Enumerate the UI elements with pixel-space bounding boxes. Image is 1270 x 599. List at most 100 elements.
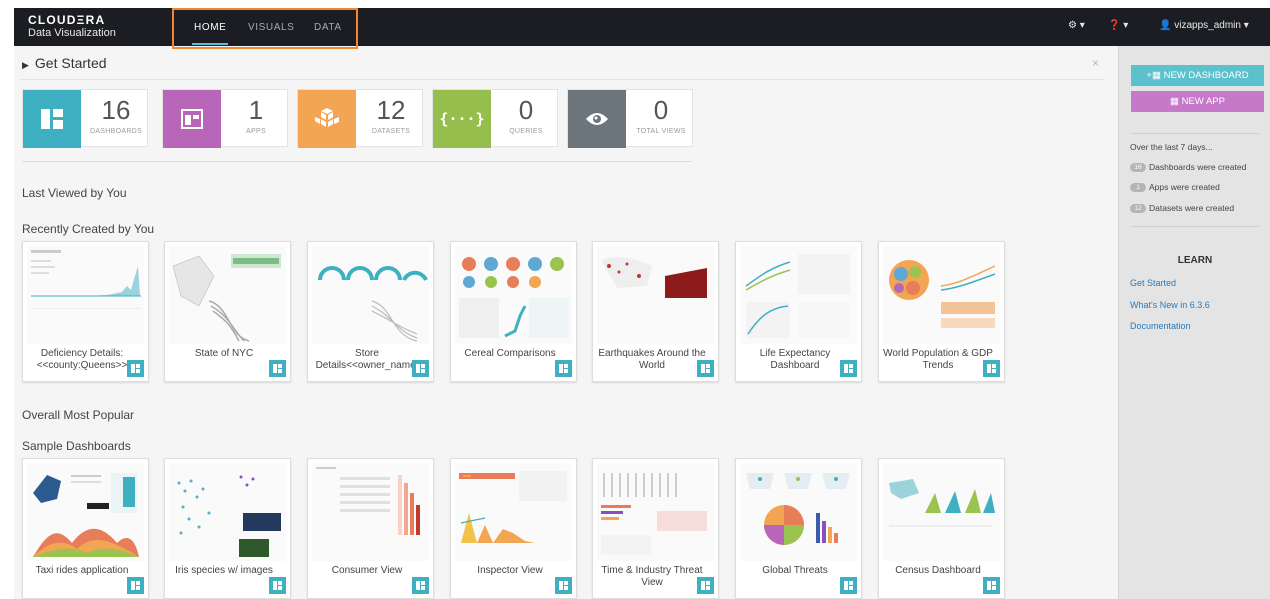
learn-heading: LEARN bbox=[1177, 255, 1213, 266]
section-last-viewed: Last Viewed by You bbox=[22, 186, 127, 200]
dashboard-badge-icon bbox=[269, 360, 286, 377]
card-title: Cereal Comparisons bbox=[464, 348, 556, 359]
stat-label: DASHBOARDS bbox=[89, 128, 142, 135]
link-documentation[interactable]: Documentation bbox=[1130, 321, 1191, 331]
dashboard-badge-icon bbox=[555, 360, 572, 377]
card-title: Census Dashboard bbox=[895, 565, 981, 576]
card-title: Taxi rides application bbox=[35, 565, 129, 576]
section-sample-dashboards: Sample Dashboards bbox=[22, 439, 131, 453]
help-menu[interactable]: ❓ ▾ bbox=[1108, 20, 1128, 31]
caret-right-icon: ▶ bbox=[22, 60, 29, 70]
nav-visuals[interactable]: VISUALS bbox=[248, 22, 294, 33]
main-content: ▶ Get Started × 16 DASHBOARDS 1 APPS 12 D… bbox=[14, 46, 1118, 599]
count-pill: 16 bbox=[1130, 163, 1146, 173]
dashboard-thumbnail bbox=[455, 246, 572, 344]
dashboard-card[interactable]: Global Threats bbox=[735, 458, 862, 599]
stat-value: 12 bbox=[376, 95, 406, 125]
dashboard-card[interactable]: Taxi rides application bbox=[22, 458, 149, 599]
over-last-label: Over the last 7 days... bbox=[1130, 142, 1213, 152]
apps-created-text: Apps were created bbox=[1149, 182, 1220, 192]
brand-name: CLOUDΞRA bbox=[28, 13, 106, 27]
brand-subtitle: Data Visualization bbox=[28, 27, 116, 39]
dashboard-badge-icon bbox=[697, 577, 714, 594]
stat-value: 16 bbox=[101, 95, 131, 125]
dashboard-badge-icon bbox=[412, 577, 429, 594]
dashboard-card[interactable]: Inspector View bbox=[450, 458, 577, 599]
new-dashboard-button[interactable]: +▦ NEW DASHBOARD bbox=[1131, 65, 1264, 86]
dashboard-card[interactable]: Earthquakes Around the World bbox=[592, 241, 719, 382]
card-title: State of NYC bbox=[194, 348, 254, 359]
card-title: Life Expectancy Dashboard bbox=[759, 348, 831, 371]
dashboard-thumbnail bbox=[883, 463, 1000, 561]
apps-created-stat: 1 Apps were created bbox=[1130, 182, 1220, 193]
close-icon[interactable]: × bbox=[1092, 56, 1099, 70]
get-started-toggle[interactable]: ▶ Get Started bbox=[22, 55, 107, 71]
dashboard-badge-icon bbox=[840, 360, 857, 377]
new-app-button[interactable]: ▦ NEW APP bbox=[1131, 91, 1264, 112]
dashboard-thumbnail bbox=[312, 463, 429, 561]
dashboard-badge-icon bbox=[412, 360, 429, 377]
divider bbox=[20, 79, 1105, 80]
stat-dashboards[interactable]: 16 DASHBOARDS bbox=[22, 89, 148, 148]
dashboard-card[interactable]: Deficiency Details: <<county:Queens>> bbox=[22, 241, 149, 382]
dashboard-card[interactable]: Life Expectancy Dashboard bbox=[735, 241, 862, 382]
dashboard-card[interactable]: Time & Industry Threat View bbox=[592, 458, 719, 599]
link-whats-new[interactable]: What's New in 6.3.6 bbox=[1130, 300, 1210, 310]
stat-datasets[interactable]: 12 DATASETS bbox=[297, 89, 423, 148]
eye-icon bbox=[568, 90, 626, 148]
get-started-title: Get Started bbox=[34, 55, 107, 71]
stat-label: APPS bbox=[246, 128, 266, 135]
nav-home[interactable]: HOME bbox=[191, 22, 229, 45]
stat-apps[interactable]: 1 APPS bbox=[162, 89, 288, 148]
dashboard-card[interactable]: World Population & GDP Trends bbox=[878, 241, 1005, 382]
dashboard-card[interactable]: Census Dashboard bbox=[878, 458, 1005, 599]
dashboard-card[interactable]: Store Details<<owner_name: bbox=[307, 241, 434, 382]
count-pill: 12 bbox=[1130, 204, 1146, 214]
stat-total-views[interactable]: 0 TOTAL VIEWS bbox=[567, 89, 693, 148]
card-title: Inspector View bbox=[477, 565, 543, 576]
card-title: Time & Industry Threat View bbox=[601, 565, 703, 588]
dashboard-card[interactable]: Iris species w/ images bbox=[164, 458, 291, 599]
stat-value: 0 bbox=[518, 95, 534, 125]
right-sidebar: +▦ NEW DASHBOARD ▦ NEW APP Over the last… bbox=[1118, 46, 1270, 599]
dashboard-icon bbox=[23, 90, 81, 148]
brand-logo[interactable]: CLOUDΞRA Data Visualization bbox=[28, 14, 116, 40]
datasets-created-text: Datasets were created bbox=[1149, 203, 1235, 213]
dashboard-card[interactable]: Cereal Comparisons bbox=[450, 241, 577, 382]
stat-value: 1 bbox=[248, 95, 264, 125]
cubes-icon bbox=[298, 90, 356, 148]
app-frame: CLOUDΞRA Data Visualization HOME VISUALS… bbox=[14, 8, 1270, 599]
stat-label: QUERIES bbox=[509, 128, 543, 135]
settings-menu[interactable]: ⚙ ▾ bbox=[1068, 20, 1085, 31]
stat-queries[interactable]: {···} 0 QUERIES bbox=[432, 89, 558, 148]
divider bbox=[1131, 226, 1259, 227]
dashboard-badge-icon bbox=[127, 360, 144, 377]
dashboards-created-text: Dashboards were created bbox=[1149, 162, 1247, 172]
dashboard-thumbnail bbox=[597, 246, 714, 344]
card-title: Deficiency Details: <<county:Queens>> bbox=[36, 348, 128, 371]
user-menu[interactable]: 👤 vizapps_admin ▾ bbox=[1159, 20, 1249, 31]
divider bbox=[22, 161, 692, 162]
stat-label: DATASETS bbox=[371, 128, 411, 135]
dashboard-badge-icon bbox=[840, 577, 857, 594]
dashboard-card[interactable]: Consumer View bbox=[307, 458, 434, 599]
dashboard-badge-icon bbox=[983, 360, 1000, 377]
dashboard-thumbnail bbox=[455, 463, 572, 561]
app-icon bbox=[163, 90, 221, 148]
link-get-started[interactable]: Get Started bbox=[1130, 278, 1176, 288]
dashboard-thumbnail bbox=[740, 463, 857, 561]
card-title: Iris species w/ images bbox=[175, 565, 273, 576]
card-title: Store Details<<owner_name: bbox=[315, 348, 419, 371]
nav-data[interactable]: DATA bbox=[314, 22, 342, 33]
dashboard-badge-icon bbox=[697, 360, 714, 377]
dashboard-thumbnail bbox=[883, 246, 1000, 344]
dashboard-badge-icon bbox=[127, 577, 144, 594]
dashboard-card[interactable]: State of NYC bbox=[164, 241, 291, 382]
divider bbox=[1131, 133, 1259, 134]
code-braces-icon: {···} bbox=[433, 90, 491, 148]
dashboard-thumbnail bbox=[169, 246, 286, 344]
dashboard-thumbnail bbox=[27, 246, 144, 344]
section-recently-created: Recently Created by You bbox=[22, 222, 155, 236]
dashboard-thumbnail bbox=[312, 246, 429, 344]
dashboard-thumbnail bbox=[740, 246, 857, 344]
